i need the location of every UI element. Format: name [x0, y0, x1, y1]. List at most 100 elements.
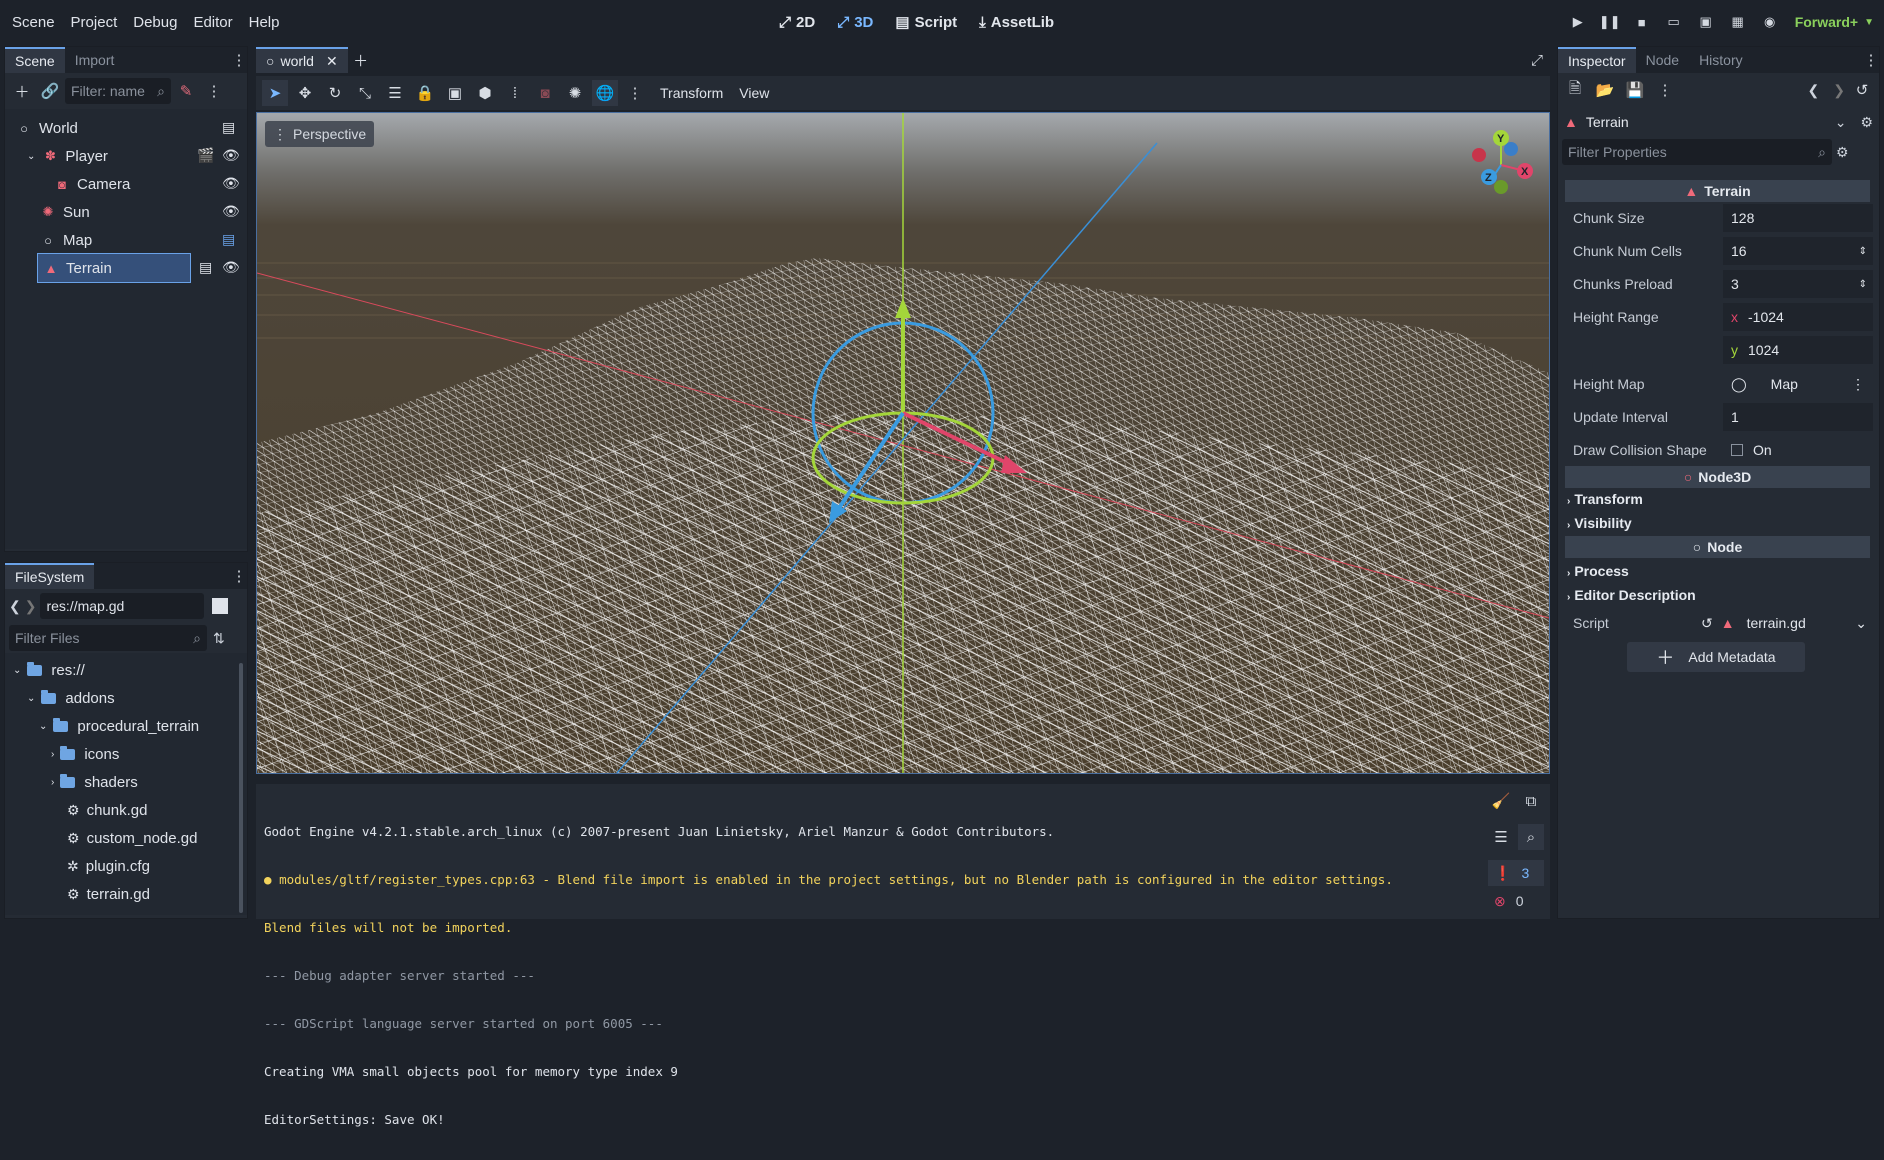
folder-procedural-terrain[interactable]: ⌄ procedural_terrain — [39, 713, 199, 739]
spinner-icon[interactable]: ⇕ — [1859, 246, 1867, 257]
script-field[interactable]: ↺ ▲ terrain.gd ⌄ — [1693, 609, 1873, 637]
scene-filter-input[interactable]: Filter: name ⌕ — [65, 78, 171, 104]
update-interval-field[interactable]: 1 — [1723, 403, 1873, 431]
forward-icon[interactable]: ❯ — [25, 598, 37, 615]
tab-node[interactable]: Node — [1636, 47, 1689, 73]
snap-icon[interactable]: ⁞ — [502, 80, 528, 106]
perspective-menu[interactable]: ⋮ Perspective — [265, 121, 375, 147]
distraction-free-icon[interactable]: ⤢ — [1524, 47, 1550, 73]
back-icon[interactable]: ❮ — [1808, 82, 1820, 99]
eye-icon[interactable]: 👁 — [222, 203, 240, 220]
environment-preview-icon[interactable]: 🌐 — [592, 80, 618, 106]
scrollbar[interactable] — [239, 663, 243, 913]
script-icon[interactable]: ▤ — [199, 259, 212, 276]
more-icon[interactable]: ⋮ — [622, 80, 648, 106]
menu-debug[interactable]: Debug — [125, 14, 185, 31]
scene-instance-icon[interactable]: 🎬 — [197, 147, 214, 164]
play-custom-scene-icon[interactable]: ▦ — [1725, 9, 1751, 35]
remote-debug-icon[interactable]: ▭ — [1661, 9, 1687, 35]
height-range-y-field[interactable]: y 1024 — [1723, 336, 1873, 364]
folder-shaders[interactable]: › shaders — [51, 769, 138, 795]
category-editor-description[interactable]: › Editor Description — [1567, 587, 1696, 603]
tree-node-terrain[interactable]: ▲ Terrain — [37, 253, 191, 283]
category-process[interactable]: › Process — [1567, 563, 1629, 579]
warnings-filter[interactable]: ❗ 3 — [1488, 860, 1544, 886]
close-icon[interactable]: ✕ — [326, 53, 338, 70]
transform-menu[interactable]: Transform — [652, 85, 731, 101]
list-select-icon[interactable]: ☰ — [382, 80, 408, 106]
save-icon[interactable]: 💾 — [1622, 77, 1648, 103]
history-icon[interactable]: ↺ — [1849, 77, 1875, 103]
property-settings-icon[interactable]: ⚙ — [1836, 144, 1849, 161]
workspace-2d[interactable]: ⤢ 2D — [770, 0, 824, 44]
play-icon[interactable]: ▶ — [1565, 9, 1591, 35]
pause-icon[interactable]: ❚❚ — [1597, 9, 1623, 35]
file-custom-node-gd[interactable]: ⚙ custom_node.gd — [67, 825, 197, 851]
tab-inspector[interactable]: Inspector — [1558, 47, 1636, 73]
new-resource-icon[interactable]: 🗎 — [1562, 77, 1588, 103]
script-icon[interactable]: ▤ — [222, 119, 235, 136]
3d-viewport[interactable]: Y X Z ⋮ Perspective — [256, 112, 1550, 774]
height-range-x-field[interactable]: x -1024 — [1723, 303, 1873, 331]
copy-icon[interactable]: ⧉ — [1518, 788, 1544, 814]
chunks-preload-field[interactable]: 3 ⇕ — [1723, 270, 1873, 298]
menu-help[interactable]: Help — [241, 14, 288, 31]
tab-world[interactable]: ○ world ✕ — [256, 47, 348, 73]
height-map-field[interactable]: ◯ Map ⋮ — [1723, 370, 1873, 398]
filter-properties-input[interactable]: Filter Properties ⌕ — [1562, 139, 1832, 165]
script-icon[interactable]: ▤ — [222, 231, 235, 248]
more-icon[interactable]: ⋮ — [1851, 376, 1865, 393]
group-icon[interactable]: ▣ — [442, 80, 468, 106]
spinner-icon[interactable]: ⇕ — [1859, 279, 1867, 290]
menu-project[interactable]: Project — [63, 14, 126, 31]
workspace-assetlib[interactable]: ⤓ AssetLib — [970, 0, 1063, 44]
file-chunk-gd[interactable]: ⚙ chunk.gd — [67, 797, 147, 823]
workspace-script[interactable]: ▤ Script — [886, 0, 966, 44]
folder-res[interactable]: ⌄ res:// — [13, 657, 85, 683]
folder-addons[interactable]: ⌄ addons — [27, 685, 115, 711]
path-field[interactable]: res://map.gd — [40, 593, 205, 619]
collapse-icon[interactable]: ☰ — [1488, 824, 1514, 850]
menu-editor[interactable]: Editor — [185, 14, 240, 31]
filter-files-input[interactable]: Filter Files ⌕ — [9, 625, 207, 651]
scene-menu-icon[interactable]: ⋮ — [201, 78, 227, 104]
select-tool-icon[interactable]: ➤ — [262, 80, 288, 106]
play-scene-icon[interactable]: ▣ — [1693, 9, 1719, 35]
category-transform[interactable]: › Transform — [1567, 491, 1643, 507]
dock-menu-icon[interactable]: ⋮ — [231, 47, 247, 73]
clear-output-icon[interactable]: 🧹 — [1488, 788, 1514, 814]
move-tool-icon[interactable]: ✥ — [292, 80, 318, 106]
more-icon[interactable]: ⋮ — [1652, 77, 1678, 103]
camera-override-icon[interactable]: ◙ — [532, 80, 558, 106]
open-resource-icon[interactable]: 📂 — [1592, 77, 1618, 103]
chunk-num-cells-field[interactable]: 16 ⇕ — [1723, 237, 1873, 265]
eye-icon[interactable]: 👁 — [222, 147, 240, 164]
add-metadata-button[interactable]: ＋ Add Metadata — [1627, 642, 1805, 672]
tab-history[interactable]: History — [1689, 47, 1753, 73]
chunk-size-field[interactable]: 128 — [1723, 204, 1873, 232]
eye-icon[interactable]: 👁 — [222, 175, 240, 192]
file-terrain-gd[interactable]: ⚙ terrain.gd — [67, 881, 150, 907]
forward-icon[interactable]: ❯ — [1833, 82, 1845, 99]
workspace-3d[interactable]: ⤢ 3D — [828, 0, 882, 44]
search-icon[interactable]: ⌕ — [1518, 824, 1544, 850]
file-plugin-cfg[interactable]: ✲ plugin.cfg — [67, 853, 150, 879]
draw-collision-checkbox[interactable]: On — [1723, 436, 1873, 464]
tab-filesystem[interactable]: FileSystem — [5, 563, 95, 589]
eye-icon[interactable]: 👁 — [222, 259, 240, 276]
movie-maker-icon[interactable]: ◉ — [1757, 9, 1783, 35]
link-icon[interactable]: 🔗 — [37, 78, 63, 104]
tab-scene[interactable]: Scene — [5, 47, 65, 73]
tab-import[interactable]: Import — [65, 47, 125, 73]
split-mode-icon[interactable] — [212, 598, 229, 614]
tree-node-sun[interactable]: ✺ Sun — [39, 199, 90, 225]
view-menu[interactable]: View — [735, 85, 773, 101]
tree-node-player[interactable]: ⌄ ✽ Player — [27, 143, 108, 169]
local-space-icon[interactable]: ⬢ — [472, 80, 498, 106]
tree-node-map[interactable]: ○ Map — [39, 227, 92, 253]
renderer-select[interactable]: Forward+ — [1795, 14, 1858, 30]
tree-node-world[interactable]: ○ World — [15, 115, 78, 141]
lock-icon[interactable]: 🔒 — [412, 80, 438, 106]
dock-menu-icon[interactable]: ⋮ — [231, 563, 247, 589]
object-tools-icon[interactable]: ⚙ — [1860, 114, 1873, 131]
